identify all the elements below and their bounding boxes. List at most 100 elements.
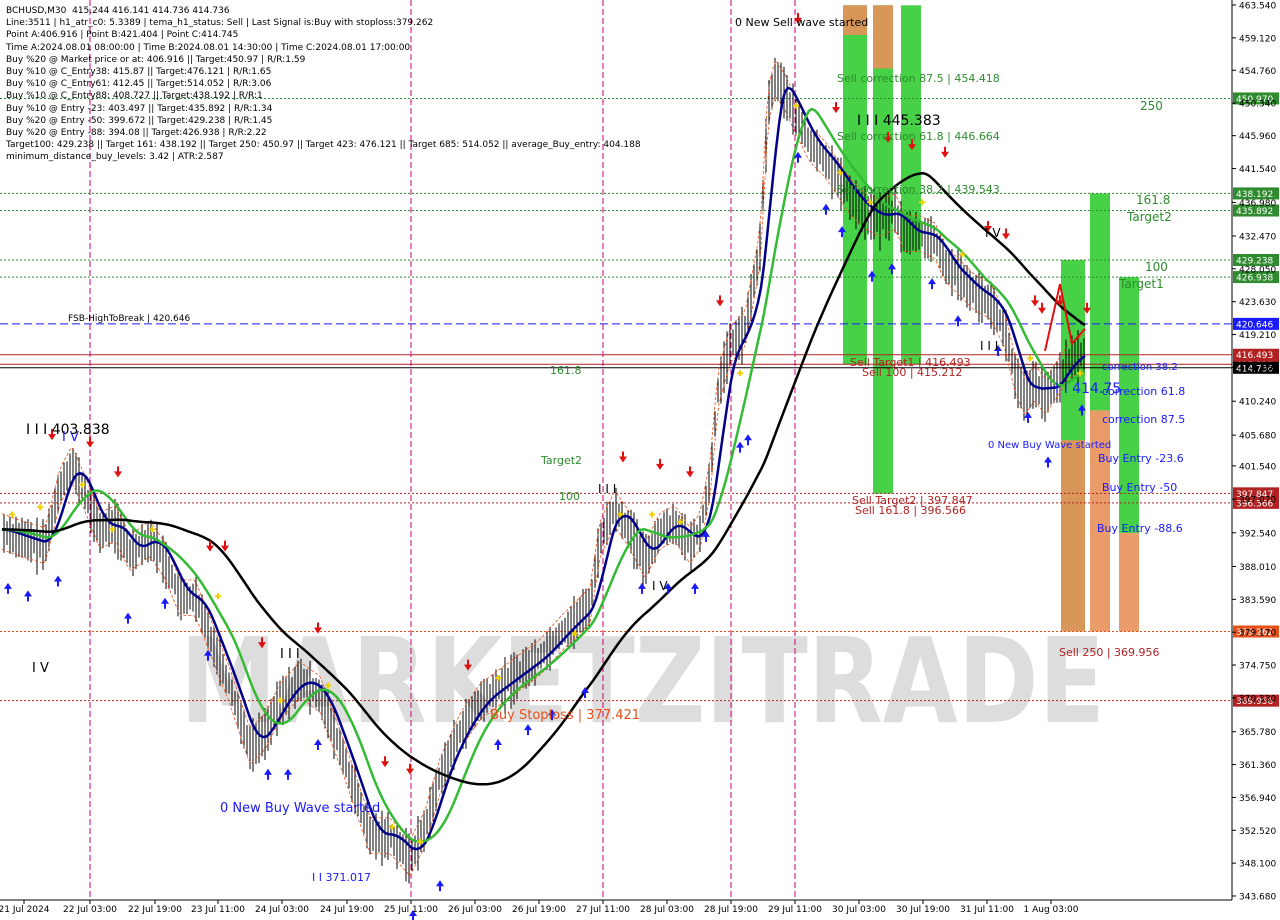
chart-label: correction 61.8	[1102, 385, 1185, 398]
price-tick-label: 432.470	[1239, 232, 1276, 242]
time-tick-label: 22 Jul 19:00	[128, 905, 182, 915]
sell-arrow	[941, 146, 949, 158]
time-tick-label: 24 Jul 19:00	[320, 905, 374, 915]
buy-arrow	[736, 441, 744, 453]
chart-label: Buy Stoploss | 377.421	[490, 708, 640, 723]
price-tick-label: 397.070	[1239, 496, 1276, 506]
chart-label: I I 371.017	[312, 871, 371, 884]
envelope-lower	[1, 95, 1086, 877]
info-line: Time A:2024.08.01 08:00:00 | Time B:2024…	[6, 42, 411, 53]
signal-cross	[649, 511, 655, 518]
signal-cross	[737, 370, 743, 377]
chart-label: I V	[652, 579, 668, 593]
time-tick-label: 30 Jul 19:00	[896, 905, 950, 915]
sell-arrow	[381, 756, 389, 768]
buy-arrow	[54, 575, 62, 587]
chart-label: 100	[559, 490, 580, 503]
buy-arrow	[284, 768, 292, 780]
projection-bar	[1061, 440, 1085, 632]
price-tick-label: 348.100	[1239, 860, 1276, 870]
sell-arrow	[716, 295, 724, 307]
price-axis: 463.540 459.120 454.760 450.340 445.960 441.5…	[1231, 0, 1276, 903]
candles-layer	[3, 57, 1085, 884]
info-line: Line:3511 | h1_atr_c0: 5.3389 | tema_h1_…	[6, 18, 434, 29]
chart-window[interactable]: MARKETZITRADE 450.970 438.192 435.892 429.2…	[0, 0, 1280, 920]
info-line: Buy %20 @ Market price or at: 406.916 ||…	[6, 54, 306, 65]
buy-arrow	[638, 582, 646, 594]
chart-label: Buy Entry -88.6	[1097, 522, 1183, 535]
chart-label: Sell correction 87.5 | 454.418	[837, 72, 1000, 85]
buy-arrow	[822, 203, 830, 215]
chart-label: I I I	[598, 482, 616, 496]
chart-label: I I I 445.383	[857, 113, 941, 129]
time-tick-label: 24 Jul 03:00	[255, 905, 309, 915]
chart-label: Buy Entry -23.6	[1098, 452, 1184, 465]
buy-arrow	[124, 612, 132, 624]
buy-arrow	[691, 582, 699, 594]
chart-label: Target2	[1126, 210, 1172, 224]
buy-arrow	[24, 590, 32, 602]
info-line: Buy %20 @ Entry -50: 399.672 || Target:4…	[6, 115, 273, 126]
info-line: Buy %10 @ C_Entry88: 408.727 || Target:4…	[6, 91, 263, 102]
signal-cross	[79, 481, 85, 488]
price-tick-label: 454.760	[1239, 67, 1276, 77]
info-line: Target100: 429.238 || Target 161: 438.19…	[6, 140, 641, 151]
price-tick-label: 356.940	[1239, 794, 1276, 804]
price-tick-label: 405.680	[1239, 432, 1276, 442]
signal-cross	[1027, 355, 1033, 362]
signal-cross	[215, 593, 221, 600]
chart-label: Sell correction 38.2 | 439.543	[837, 183, 1000, 196]
chart-label: I V	[985, 226, 1001, 240]
price-tick-label: 428.050	[1239, 265, 1276, 275]
time-tick-label: 28 Jul 19:00	[704, 905, 758, 915]
info-line: BCHUSD,M30 415.244 416.141 414.736 414.7…	[6, 6, 230, 16]
chart-label: correction 87.5	[1102, 413, 1185, 426]
buy-arrow	[436, 880, 444, 892]
price-tick-label: 459.120	[1239, 34, 1276, 44]
info-line: Buy %10 @ C_Entry61: 412.45 || Target:51…	[6, 79, 272, 90]
sell-arrow	[406, 763, 414, 775]
projection-bar	[1119, 533, 1139, 632]
signal-cross	[149, 526, 155, 533]
chart-label: Buy Entry -50	[1102, 481, 1177, 494]
projection-bar	[873, 5, 893, 69]
time-tick-label: 27 Jul 11:00	[576, 905, 630, 915]
time-tick-label: 1 Aug 03:00	[1024, 905, 1079, 915]
time-tick-label: 28 Jul 03:00	[640, 905, 694, 915]
price-tick-label: 352.520	[1239, 827, 1276, 837]
chart-label: 100	[1145, 260, 1168, 274]
info-line: Buy %10 @ C_Entry38: 415.87 || Target:47…	[6, 67, 272, 78]
sell-arrow	[1038, 302, 1046, 314]
price-tick-label: 436.980	[1239, 199, 1276, 209]
time-axis: 21 Jul 2024 22 Jul 03:00 22 Jul 19:00 23 Ju…	[0, 899, 1232, 915]
signal-cross	[959, 251, 965, 258]
price-tick-label: 401.540	[1239, 462, 1276, 472]
time-tick-label: 26 Jul 19:00	[512, 905, 566, 915]
chart-label: 0 New Buy Wave started	[988, 440, 1111, 451]
projection-bar	[1119, 277, 1139, 534]
price-tick-label: 374.750	[1239, 662, 1276, 672]
buy-arrow	[264, 768, 272, 780]
price-tick-label: 445.960	[1239, 132, 1276, 142]
time-tick-label: 30 Jul 03:00	[832, 905, 886, 915]
chart-label: 161.8	[550, 364, 582, 377]
price-tick-label: 392.540	[1239, 529, 1276, 539]
signal-cross	[37, 504, 43, 511]
time-tick-label: 23 Jul 11:00	[191, 905, 245, 915]
sell-arrow	[619, 451, 627, 463]
level-tag-label: 420.646	[1236, 320, 1273, 330]
time-tick-label: 31 Jul 11:00	[960, 905, 1014, 915]
time-tick-label: 29 Jul 11:00	[768, 905, 822, 915]
signal-cross	[9, 511, 15, 518]
sell-arrow	[832, 102, 840, 114]
price-tick-label: 414.780	[1239, 364, 1276, 374]
info-line: minimum_distance_buy_levels: 3.42 | ATR:…	[6, 152, 224, 163]
sell-arrow	[1031, 295, 1039, 307]
buy-arrow	[928, 278, 936, 290]
price-tick-label: 343.680	[1239, 893, 1276, 903]
price-tick-label: 423.630	[1239, 298, 1276, 308]
buy-arrow	[954, 315, 962, 327]
info-line: Point A:406.916 | Point B:421.404 | Poin…	[6, 30, 239, 41]
chart-label: 161.8	[1136, 193, 1170, 207]
buy-arrow	[744, 434, 752, 446]
